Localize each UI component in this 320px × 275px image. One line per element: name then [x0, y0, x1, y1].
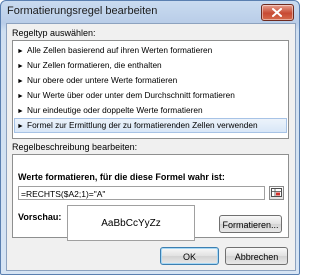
- rule-type-item-selected[interactable]: ► Formel zur Ermittlung der zu formatiere…: [14, 118, 287, 133]
- format-preview: AaBbCcYyZz: [67, 205, 195, 241]
- arrow-right-icon: ►: [17, 48, 24, 55]
- rule-type-item[interactable]: ► Nur eindeutige oder doppelte Werte form…: [14, 103, 287, 118]
- cancel-button[interactable]: Abbrechen: [225, 247, 288, 265]
- arrow-right-icon: ►: [17, 123, 24, 130]
- arrow-right-icon: ►: [17, 78, 24, 85]
- rule-type-item-label: Nur Werte über oder unter dem Durchschni…: [27, 90, 235, 100]
- rule-type-item-label: Nur eindeutige oder doppelte Werte forma…: [27, 105, 203, 115]
- rule-type-item[interactable]: ► Alle Zellen basierend auf ihren Werten …: [14, 43, 287, 58]
- close-icon: [272, 8, 282, 17]
- rule-type-item[interactable]: ► Nur Werte über oder unter dem Durchschn…: [14, 88, 287, 103]
- ok-button[interactable]: OK: [160, 247, 219, 265]
- formula-label: Werte formatieren, für die diese Formel …: [18, 172, 225, 182]
- rule-type-item-label: Nur obere oder untere Werte formatieren: [27, 75, 178, 85]
- rule-type-item-label: Nur Zellen formatieren, die enthalten: [27, 60, 162, 70]
- format-button[interactable]: Formatieren...: [219, 215, 282, 233]
- preview-label: Vorschau:: [18, 212, 62, 222]
- collapse-dialog-button[interactable]: [269, 186, 284, 200]
- dialog-window: Formatierungsregel bearbeiten Regeltyp a…: [0, 0, 300, 275]
- rule-type-item[interactable]: ► Nur obere oder untere Werte formatieren: [14, 73, 287, 88]
- rule-type-item-label: Formel zur Ermittlung der zu formatieren…: [27, 120, 258, 130]
- title-bar[interactable]: Formatierungsregel bearbeiten: [1, 1, 299, 23]
- rule-type-list[interactable]: ► Alle Zellen basierend auf ihren Werten …: [12, 40, 289, 139]
- rule-type-label: Regeltyp auswählen:: [12, 28, 96, 38]
- arrow-right-icon: ►: [17, 108, 24, 115]
- arrow-right-icon: ►: [17, 93, 24, 100]
- close-button[interactable]: [261, 4, 294, 21]
- arrow-right-icon: ►: [17, 63, 24, 70]
- range-select-icon: [271, 188, 282, 197]
- window-title: Formatierungsregel bearbeiten: [7, 5, 158, 17]
- rule-description-label: Regelbeschreibung bearbeiten:: [12, 142, 138, 152]
- formula-input[interactable]: =RECHTS($A2;1)="A": [18, 186, 265, 200]
- rule-type-item[interactable]: ► Nur Zellen formatieren, die enthalten: [14, 58, 287, 73]
- dialog-client-area: Regeltyp auswählen: ► Alle Zellen basiere…: [6, 23, 296, 271]
- rule-type-item-label: Alle Zellen basierend auf ihren Werten f…: [27, 45, 213, 55]
